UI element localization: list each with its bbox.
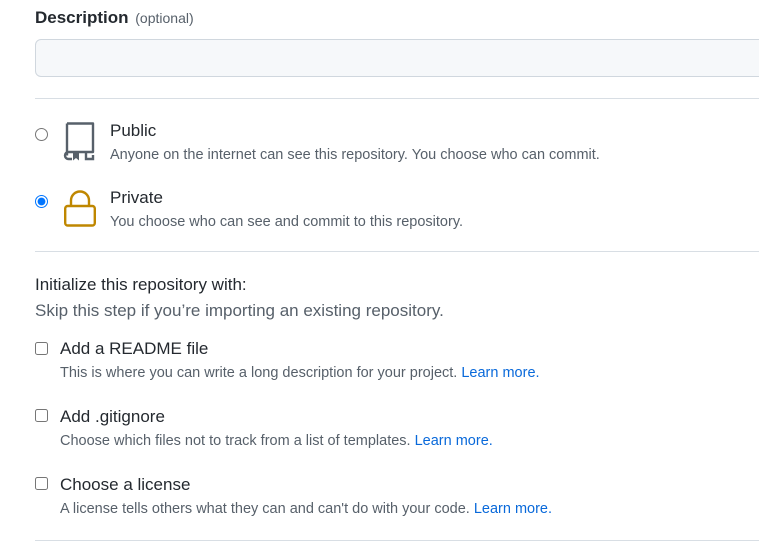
choose-license-checkbox[interactable] (35, 477, 48, 490)
visibility-public-title: Public (110, 121, 157, 140)
visibility-private-note: You choose who can see and commit to thi… (110, 214, 464, 230)
repo-icon (63, 122, 95, 161)
initialize-heading: Initialize this repository with: (35, 275, 247, 294)
optional-label: (optional) (135, 10, 194, 26)
description-input[interactable] (35, 39, 759, 77)
visibility-private-title: Private (110, 188, 163, 207)
visibility-public-note: Anyone on the internet can see this repo… (110, 147, 600, 163)
add-gitignore-title: Add .gitignore (60, 407, 165, 426)
divider (35, 251, 759, 252)
initialize-subheading: Skip this step if you’re importing an ex… (35, 301, 444, 320)
add-gitignore-note: Choose which files not to track from a l… (60, 433, 493, 449)
add-gitignore-note-text: Choose which files not to track from a l… (60, 433, 411, 449)
add-readme-note-text: This is where you can write a long descr… (60, 365, 458, 381)
visibility-private-radio[interactable] (35, 195, 48, 208)
add-gitignore-learn-more-link[interactable]: Learn more. (415, 433, 493, 449)
choose-license-learn-more-link[interactable]: Learn more. (474, 501, 552, 517)
add-gitignore-checkbox[interactable] (35, 409, 48, 422)
choose-license-note-text: A license tells others what they can and… (60, 501, 470, 517)
description-label-text: Description (35, 8, 129, 27)
lock-icon (64, 190, 97, 227)
divider (35, 540, 759, 541)
add-readme-learn-more-link[interactable]: Learn more. (461, 365, 539, 381)
add-readme-checkbox[interactable] (35, 342, 48, 355)
divider (35, 98, 759, 99)
add-readme-note: This is where you can write a long descr… (60, 365, 540, 381)
visibility-public-radio[interactable] (35, 128, 48, 141)
choose-license-note: A license tells others what they can and… (60, 501, 552, 517)
choose-license-title: Choose a license (60, 475, 191, 494)
description-label: Description (optional) (35, 8, 194, 28)
add-readme-title: Add a README file (60, 339, 209, 358)
create-repository-form: Description (optional) Public Anyone on … (0, 0, 759, 547)
